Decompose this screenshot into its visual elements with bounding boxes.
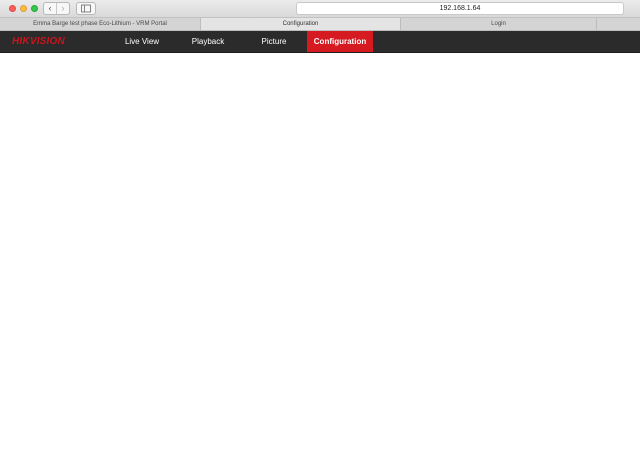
close-window-icon[interactable] <box>9 5 16 12</box>
address-text: 192.168.1.64 <box>439 5 481 12</box>
tab-login[interactable]: Login <box>401 18 597 30</box>
menu-playback[interactable]: Playback <box>183 31 233 52</box>
menu-label: Playback <box>191 37 225 46</box>
menu-label: Configuration <box>313 37 367 46</box>
menu-configuration[interactable]: Configuration <box>307 31 373 52</box>
tab-vrm-portal[interactable]: Emma Barge test phase Eco-Lithium - VRM … <box>0 18 201 30</box>
sidebar-icon[interactable] <box>76 2 96 15</box>
history-navigation: ‹ › <box>43 2 70 15</box>
tab-label: Emma Barge test phase Eco-Lithium - VRM … <box>33 21 167 27</box>
browser-toolbar: ‹ › 192.168.1.64 <box>0 0 640 18</box>
tab-label: Configuration <box>282 21 319 27</box>
browser-window: ‹ › 192.168.1.64 Emma Barge test phase E… <box>0 0 640 457</box>
minimize-window-icon[interactable] <box>20 5 27 12</box>
hikvision-logo: HIKVISION <box>12 36 65 47</box>
new-tab-area[interactable] <box>597 18 640 30</box>
tab-configuration[interactable]: Configuration <box>201 18 401 30</box>
address-bar[interactable]: 192.168.1.64 <box>296 2 624 15</box>
menu-picture[interactable]: Picture <box>250 31 298 52</box>
tab-label: Login <box>491 21 506 27</box>
menu-label: Picture <box>261 37 287 46</box>
hikvision-header: HIKVISION Live View Playback Picture Con… <box>0 31 640 53</box>
menu-label: Live View <box>124 37 160 46</box>
chevron-right-icon[interactable]: › <box>56 3 69 14</box>
page-content <box>0 53 640 457</box>
chevron-left-icon[interactable]: ‹ <box>44 3 56 14</box>
menu-live-view[interactable]: Live View <box>116 31 168 52</box>
tab-bar: Emma Barge test phase Eco-Lithium - VRM … <box>0 18 640 31</box>
maximize-window-icon[interactable] <box>31 5 38 12</box>
